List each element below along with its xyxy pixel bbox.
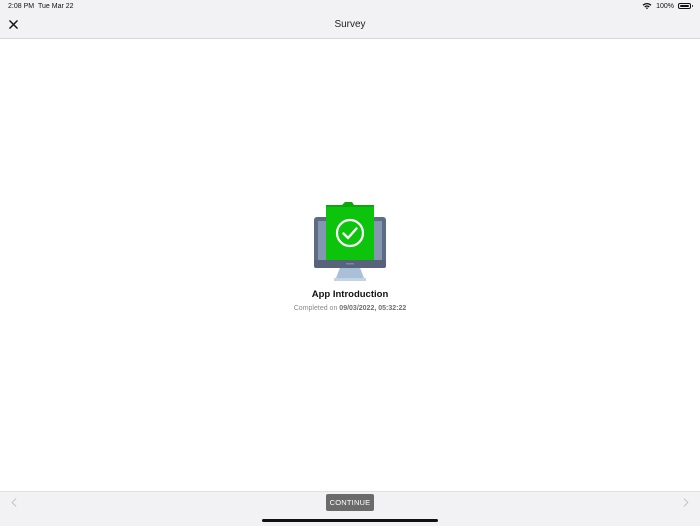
monitor-folder-check-icon	[312, 201, 388, 283]
chevron-left-icon	[11, 494, 17, 512]
previous-button[interactable]	[8, 496, 20, 510]
page-title: Survey	[334, 19, 366, 30]
battery-icon	[678, 3, 693, 9]
status-bar: 2:08 PM Tue Mar 22 100%	[0, 0, 700, 13]
home-indicator[interactable]	[262, 519, 438, 522]
bottom-toolbar: CONTINUE	[0, 491, 700, 526]
status-time: 2:08 PM	[8, 3, 35, 10]
next-button[interactable]	[680, 496, 692, 510]
wifi-icon	[642, 2, 652, 10]
chevron-right-icon	[683, 494, 689, 512]
status-date: Tue Mar 22	[38, 3, 74, 10]
survey-title: App Introduction	[311, 289, 389, 300]
status-indicators: 100%	[642, 2, 693, 10]
completed-prefix: Completed on	[293, 305, 338, 312]
navigation-bar: Survey	[0, 13, 700, 39]
battery-percent: 100%	[656, 2, 674, 10]
completed-date: 09/03/2022, 05:32:22	[339, 305, 407, 312]
completed-status: Completed on 09/03/2022, 05:32:22	[0, 305, 700, 312]
survey-content: App Introduction Completed on 09/03/2022…	[0, 39, 700, 491]
continue-button[interactable]: CONTINUE	[326, 494, 374, 511]
